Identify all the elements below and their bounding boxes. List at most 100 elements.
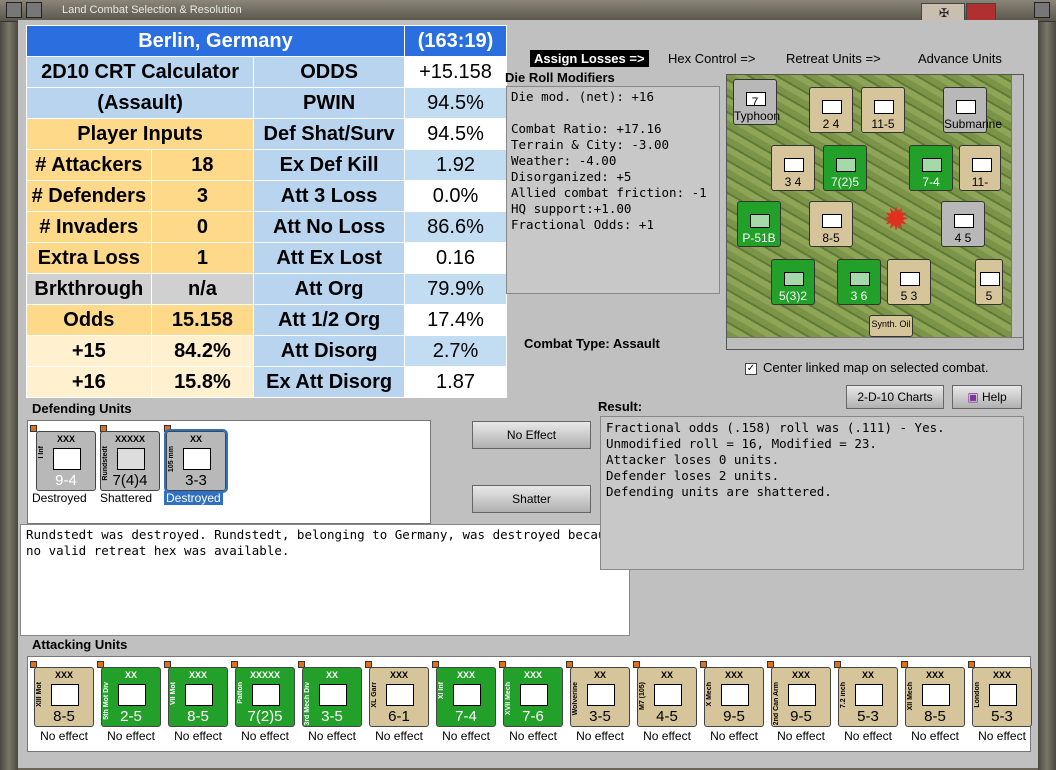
tab-retreat-units[interactable]: Retreat Units => — [786, 51, 881, 66]
left-border — [0, 22, 18, 770]
extra-loss-input[interactable]: 1 — [150, 242, 255, 274]
map-counter[interactable]: P-51B — [737, 201, 781, 247]
map-counter[interactable]: Synth. Oil — [869, 315, 913, 337]
attacker-status: No effect — [978, 729, 1026, 743]
calc-title: 2D10 CRT Calculator — [25, 56, 255, 88]
map-counter[interactable]: 11- — [959, 145, 1001, 191]
center-map-label: Center linked map on selected combat. — [763, 360, 989, 375]
attacker-unit[interactable]: XX 3rd Mech Div 3-5 — [302, 667, 362, 727]
defender-unit-i-inf[interactable]: XXX I Inf 9-4 — [36, 431, 96, 491]
no-effect-button[interactable]: No Effect — [472, 421, 591, 449]
unit-size: XXX — [456, 670, 475, 680]
attacker-unit[interactable]: XX M7 (105) 4-5 — [637, 667, 697, 727]
unit-strength: 7(2)5 — [247, 708, 283, 725]
unit-name: 105 mm — [168, 446, 175, 473]
map-counter[interactable]: 5(3)2 — [771, 259, 815, 305]
unit-strength: 2-5 — [120, 708, 142, 725]
unit-size: XXX — [791, 670, 810, 680]
map-counter[interactable]: 11-5 — [861, 87, 905, 133]
map-counter[interactable]: 7 Typhoon — [733, 79, 780, 125]
crt-calculator-table: Berlin, Germany (163:19) 2D10 CRT Calcul… — [25, 25, 507, 398]
tab-advance-units[interactable]: Advance Units — [918, 51, 1002, 66]
defender-unit-rundstedt[interactable]: XXXXX Rundstedt 7(4)4 — [100, 431, 160, 491]
defender-status: Shattered — [100, 491, 153, 505]
map-counter[interactable]: 5 3 — [887, 259, 931, 305]
attacker-unit[interactable]: XXX XI Inf 7-4 — [436, 667, 496, 727]
window-title: Land Combat Selection & Resolution — [62, 4, 242, 16]
tab-hex-control[interactable]: Hex Control => — [668, 51, 755, 66]
attacker-unit[interactable]: XXX VII Mot 8-5 — [168, 667, 228, 727]
plus15-value: 84.2% — [150, 335, 255, 367]
map-counter[interactable]: 8-5 — [809, 201, 853, 247]
unit-strength: 9-4 — [55, 472, 77, 489]
attacker-unit[interactable]: XXX XL Garr 6-1 — [369, 667, 429, 727]
attacker-unit[interactable]: XXX X Mech 9-5 — [704, 667, 764, 727]
ex-att-disorg-label: Ex Att Disorg — [253, 366, 405, 398]
center-map-checkbox[interactable]: ✓ Center linked map on selected combat. — [745, 360, 988, 375]
invaders-input[interactable]: 0 — [150, 211, 255, 243]
result-title: Result: — [598, 399, 643, 414]
attacker-status: No effect — [710, 729, 758, 743]
infantry-icon — [53, 448, 81, 470]
map-horizontal-scrollbar[interactable] — [727, 337, 1023, 349]
unit-strength: 8-5 — [924, 708, 946, 725]
attacker-unit[interactable]: XXX XVII Mech 7-6 — [503, 667, 563, 727]
attacker-unit[interactable]: XXX XII Mech 8-5 — [905, 667, 965, 727]
unit-strength: 9-5 — [790, 708, 812, 725]
breakthrough-label: Brkthrough — [26, 273, 152, 305]
attacker-unit[interactable]: XXXXX Patton 7(2)5 — [235, 667, 295, 727]
unit-type-icon — [855, 684, 883, 706]
defender-unit-105mm[interactable]: XX 105 mm 3-3 — [164, 429, 228, 493]
map-counter[interactable]: 4 5 — [941, 201, 985, 247]
attacker-status: No effect — [844, 729, 892, 743]
att-org-value: 79.9% — [404, 273, 507, 305]
map-counter[interactable]: 3 4 — [771, 145, 815, 191]
odds-row-label: Odds — [26, 304, 152, 336]
attacker-unit[interactable]: XX 7.2 inch 5-3 — [838, 667, 898, 727]
player-inputs-header: Player Inputs — [25, 118, 255, 150]
map-counter[interactable]: 5 — [975, 259, 1003, 305]
minimize-button[interactable] — [26, 2, 42, 18]
unit-strength: 4-5 — [656, 708, 678, 725]
die-roll-title: Die Roll Modifiers — [505, 70, 615, 85]
checkbox-checked-icon[interactable]: ✓ — [745, 362, 757, 375]
attacker-unit[interactable]: XXX London 5-3 — [972, 667, 1032, 727]
charts-button[interactable]: 2-D-10 Charts — [846, 385, 944, 409]
close-button[interactable] — [1034, 2, 1050, 18]
location-cell: Berlin, Germany — [26, 25, 405, 57]
combat-marker-icon: ✹ — [882, 200, 910, 238]
attacker-unit[interactable]: XXX 2nd Can Arm 9-5 — [771, 667, 831, 727]
defenders-input[interactable]: 3 — [150, 180, 255, 212]
unit-strength: 5-3 — [857, 708, 879, 725]
map-counter[interactable]: Submarine — [943, 87, 1002, 133]
attacker-unit[interactable]: XXX XIII Mot 8-5 — [34, 667, 94, 727]
ex-def-kill-label: Ex Def Kill — [253, 149, 405, 181]
tab-assign-losses[interactable]: Assign Losses => — [530, 50, 649, 67]
die-roll-line: HQ support:+1.00 — [511, 201, 632, 216]
attackers-label: # Attackers — [26, 149, 152, 181]
map-counter[interactable]: 2 4 — [809, 87, 853, 133]
attacker-unit[interactable]: XX Wolverine 3-5 — [570, 667, 630, 727]
attacker-status: No effect — [107, 729, 155, 743]
attacker-status: No effect — [174, 729, 222, 743]
help-button[interactable]: ▣ Help — [952, 385, 1022, 409]
system-menu-button[interactable] — [6, 2, 22, 18]
map-counter[interactable]: 3 6 — [837, 259, 881, 305]
unit-size: XX — [189, 434, 202, 444]
unit-name: X Mech — [706, 682, 713, 707]
combat-message-log: Rundstedt was destroyed. Rundstedt, belo… — [20, 524, 630, 636]
unit-strength: 5-3 — [991, 708, 1013, 725]
attacker-unit[interactable]: XX 5th Mot Div 2-5 — [101, 667, 161, 727]
def-shat-label: Def Shat/Surv — [253, 118, 405, 150]
unit-type-icon — [51, 684, 79, 706]
map-counter[interactable]: 7(2)5 — [823, 145, 867, 191]
unit-name: Patton — [237, 682, 244, 704]
linked-map[interactable]: 7 Typhoon 2 4 11-5 Submarine 3 4 7(2)5 7… — [726, 74, 1024, 350]
attackers-input[interactable]: 18 — [150, 149, 255, 181]
unit-name: XII Mech — [907, 682, 914, 711]
def-shat-value: 94.5% — [404, 118, 507, 150]
map-counter[interactable]: 7-4 — [909, 145, 953, 191]
map-vertical-scrollbar[interactable] — [1011, 75, 1023, 339]
shatter-button[interactable]: Shatter — [472, 485, 591, 513]
defending-units-label: Defending Units — [32, 401, 132, 416]
